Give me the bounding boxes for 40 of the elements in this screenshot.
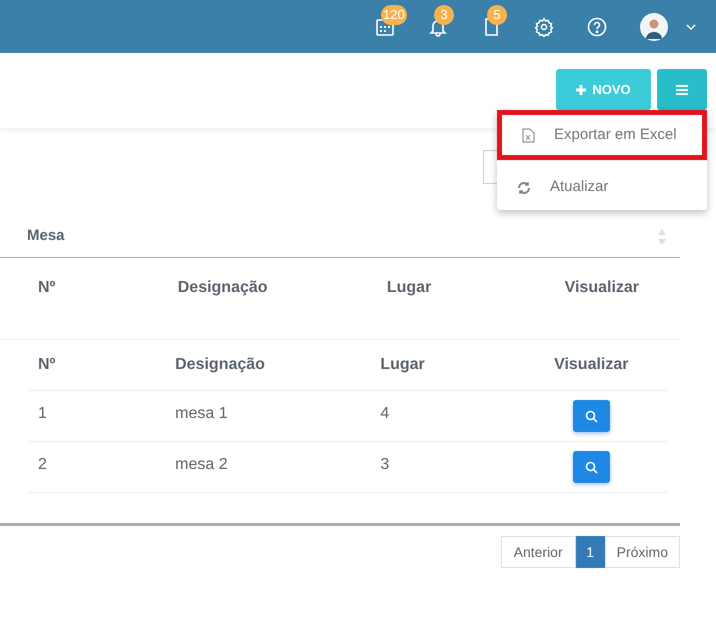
excel-file-icon: [522, 128, 535, 142]
column-header: Lugar: [380, 356, 425, 373]
avatar-button[interactable]: [640, 12, 696, 40]
view-button[interactable]: [572, 451, 610, 483]
column-header: Nº: [38, 356, 56, 373]
menu-item[interactable]: Exportar em Excel: [497, 110, 707, 160]
column-header: Designação: [178, 278, 268, 296]
count-badge: 120: [381, 4, 407, 24]
help-icon: [587, 16, 607, 36]
view-button[interactable]: [572, 400, 610, 432]
table-cell: 4: [380, 405, 390, 422]
column-header: Nº: [38, 278, 56, 296]
help-button[interactable]: [587, 16, 607, 36]
next-button[interactable]: Próximo: [604, 536, 680, 568]
table-cell: 3: [380, 456, 390, 473]
count-badge: 3: [434, 4, 454, 24]
previous-button[interactable]: Anterior: [500, 536, 576, 568]
column-header: Lugar: [386, 278, 432, 296]
table-cell: 1: [38, 405, 47, 422]
sort-icon: [657, 228, 667, 246]
chevron-down-icon: [686, 24, 696, 30]
table-cell: mesa 1: [175, 405, 228, 422]
column-header: Visualizar: [554, 356, 628, 373]
search-icon: [584, 410, 598, 422]
avatar-icon: [640, 12, 668, 40]
menu-icon: [676, 84, 688, 94]
menu-item[interactable]: Atualizar: [497, 160, 707, 210]
column-header: Visualizar: [564, 278, 640, 296]
refresh-icon: [517, 180, 531, 194]
settings-button[interactable]: [534, 16, 554, 36]
settings-icon: [534, 16, 554, 36]
plus-icon: [576, 84, 586, 94]
table-cell: mesa 2: [175, 456, 228, 473]
count-badge: 5: [487, 4, 507, 24]
search-icon: [584, 460, 598, 474]
page-button[interactable]: 1: [576, 536, 605, 568]
menu-button[interactable]: [657, 69, 707, 110]
table-cell: 2: [38, 456, 47, 473]
group-header: Mesa: [27, 226, 65, 246]
column-header: Designação: [175, 356, 265, 373]
